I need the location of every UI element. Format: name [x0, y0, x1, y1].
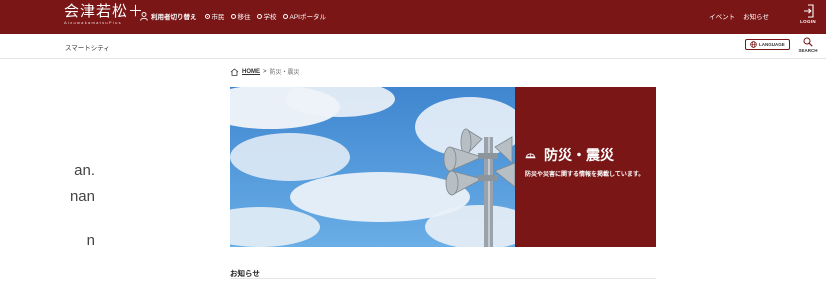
clipped-side-text: n — [86, 232, 95, 249]
radio-api-portal[interactable]: APIポータル — [282, 11, 326, 21]
breadcrumb-current: 防災・震災 — [269, 70, 300, 76]
logo-subtext: AizuwakamatsuPlus — [64, 20, 122, 25]
helmet-icon — [525, 153, 536, 159]
radio-label: APIポータル — [289, 14, 326, 21]
breadcrumb: HOME > 防災・震災 — [230, 67, 300, 76]
search-icon — [803, 37, 813, 47]
logo-text: 会津若松＋ — [64, 2, 145, 20]
home-icon — [230, 67, 239, 76]
breadcrumb-separator: > — [263, 68, 267, 75]
radio-label: 移住 — [237, 14, 251, 21]
hero-image — [230, 87, 515, 247]
hero-panel: 防災・震災 防災や災害に関する情報を掲載しています。 — [515, 87, 656, 247]
radio-label: 学校 — [263, 14, 277, 21]
hero-title-text: 防災・震災 — [544, 147, 614, 163]
hero-title: 防災・震災 — [525, 145, 614, 165]
sub-header: スマートシティ LANGUAGE SEARCH — [0, 34, 826, 59]
site-section-name[interactable]: スマートシティ — [65, 42, 110, 52]
login-button[interactable]: LOGIN — [796, 4, 820, 24]
login-label: LOGIN — [800, 19, 816, 24]
radio-dot — [256, 13, 262, 19]
radio-dot — [282, 13, 288, 19]
news-link[interactable]: お知らせ — [743, 11, 769, 21]
site-logo[interactable]: 会津若松＋ AizuwakamatsuPlus — [64, 4, 144, 25]
user-type-switcher: 利用者切り替え 市民 移住 学校 APIポータル — [140, 11, 332, 21]
radio-dot — [204, 13, 210, 19]
search-label: SEARCH — [798, 48, 818, 53]
radio-school[interactable]: 学校 — [256, 11, 277, 21]
divider — [230, 278, 656, 279]
sky-with-loudspeakers-image — [230, 87, 515, 247]
radio-citizen[interactable]: 市民 — [204, 11, 225, 21]
breadcrumb-home-link[interactable]: HOME — [242, 69, 260, 75]
person-icon — [140, 11, 148, 21]
globe-icon — [750, 41, 757, 48]
switch-label: 利用者切り替え — [151, 14, 197, 21]
clipped-side-text: an. — [74, 162, 95, 179]
search-button[interactable]: SEARCH — [796, 37, 820, 53]
radio-label: 市民 — [211, 14, 225, 21]
language-button[interactable]: LANGUAGE — [745, 39, 790, 50]
hero-description: 防災や災害に関する情報を掲載しています。 — [525, 172, 645, 178]
top-bar: 会津若松＋ AizuwakamatsuPlus 利用者切り替え 市民 移住 学校… — [0, 0, 826, 34]
clipped-side-text: nan — [69, 188, 95, 205]
radio-dot — [230, 13, 236, 19]
login-icon — [803, 4, 814, 18]
radio-relocation[interactable]: 移住 — [230, 11, 251, 21]
events-link[interactable]: イベント — [709, 11, 735, 21]
top-links: イベント お知らせ — [709, 11, 769, 21]
language-label: LANGUAGE — [759, 42, 785, 47]
